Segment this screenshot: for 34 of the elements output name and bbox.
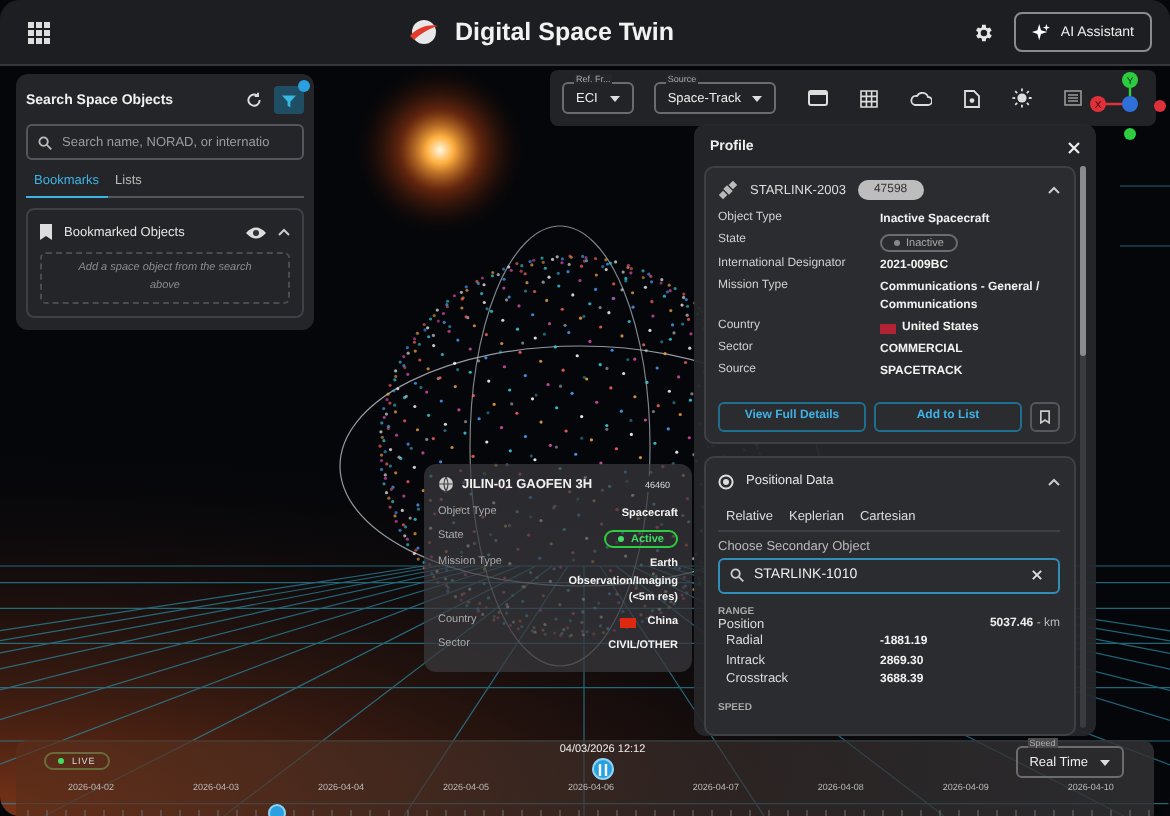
bookmark-icon [1040,409,1050,424]
window-icon[interactable] [808,90,829,106]
settings-icon[interactable] [972,21,995,43]
close-icon[interactable] [1068,141,1080,153]
pause-icon [597,763,608,775]
chevron-icon[interactable] [278,228,290,236]
search-icon [38,135,52,149]
sparkle-icon [1032,23,1051,41]
dropdown-caret-icon [1099,759,1110,765]
search-icon [730,568,744,583]
grid-menu-icon[interactable] [28,21,50,43]
filter-badge [298,80,310,92]
refresh-icon[interactable] [246,92,262,108]
chevron-icon[interactable] [1048,186,1060,194]
logo-icon [408,18,441,46]
filter-button[interactable] [274,86,304,114]
bookmark-icon [40,224,52,240]
dropdown-caret-icon [752,95,763,101]
sun-icon[interactable] [1012,88,1033,108]
list-panel-icon[interactable] [1064,90,1083,106]
dropdown-caret-icon [609,95,620,101]
document-icon[interactable] [964,89,981,107]
globe-icon [438,476,454,492]
target-icon [718,473,734,490]
app-title: Digital Space Twin [454,18,674,46]
satellite-icon [718,180,738,200]
clear-icon[interactable] [1032,570,1042,581]
chevron-icon[interactable] [1048,477,1060,486]
grid-icon[interactable] [860,89,879,107]
filter-icon [282,93,296,107]
cloud-icon[interactable] [910,91,933,105]
eye-icon[interactable] [246,225,266,239]
bookmark-button[interactable] [1030,401,1060,432]
pause-button[interactable] [591,758,614,780]
